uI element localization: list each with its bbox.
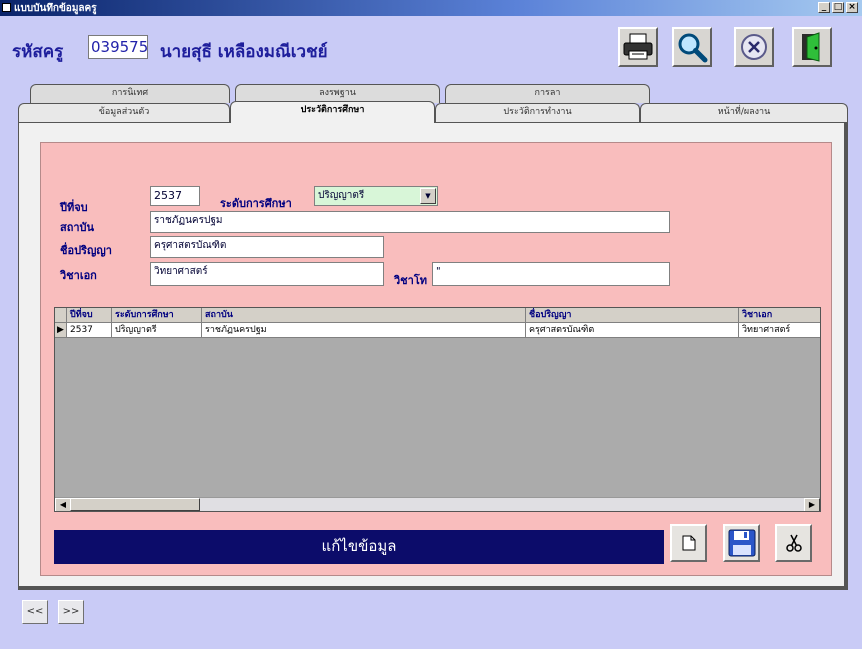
year-field[interactable]: 2537 xyxy=(150,186,200,206)
window-title: แบบบันทึกข้อมูลครู xyxy=(14,3,97,14)
tab-supervision[interactable]: การนิเทศ xyxy=(30,84,230,103)
window-titlebar[interactable]: แบบบันทึกข้อมูลครู _ □ × xyxy=(0,0,862,16)
teacher-id-field[interactable]: 039575 xyxy=(88,35,148,59)
degree-field[interactable]: ครุศาสตรบัณฑิต xyxy=(150,236,384,258)
degree-label: ชื่อปริญญา xyxy=(60,244,112,257)
grid-header-row: ปีที่จบ ระดับการศึกษา สถาบัน ชื่อปริญญา … xyxy=(55,308,820,323)
cell-institution[interactable]: ราชภัฏนครปฐม xyxy=(202,323,526,338)
save-button[interactable] xyxy=(723,524,760,562)
delete-button[interactable] xyxy=(775,524,812,562)
major-field[interactable]: วิทยาศาสตร์ xyxy=(150,262,384,286)
level-label: ระดับการศึกษา xyxy=(220,197,292,210)
new-document-icon xyxy=(682,535,695,551)
grid-corner xyxy=(55,308,67,323)
tab-work-history[interactable]: ประวัติการทำงาน xyxy=(435,103,640,122)
teacher-id-label: รหัสครู xyxy=(12,42,64,62)
search-button[interactable] xyxy=(672,27,712,67)
col-header-degree[interactable]: ชื่อปริญญา xyxy=(526,308,739,323)
tab-duties-works[interactable]: หน้าที่/ผลงาน xyxy=(640,103,848,122)
new-record-button[interactable] xyxy=(670,524,707,562)
maximize-button[interactable]: □ xyxy=(832,2,844,13)
tab-personal-info[interactable]: ข้อมูลส่วนตัว xyxy=(18,103,230,122)
scrollbar-thumb[interactable] xyxy=(70,498,200,511)
scroll-right-button[interactable]: ▶ xyxy=(804,498,820,511)
exit-door-icon xyxy=(802,32,820,62)
print-button[interactable] xyxy=(618,27,658,67)
row-indicator-icon: ▶ xyxy=(55,323,67,338)
cell-level[interactable]: ปริญญาตรี xyxy=(112,323,202,338)
col-header-major[interactable]: วิชาเอก xyxy=(739,308,820,323)
search-icon xyxy=(678,33,708,63)
exit-button[interactable] xyxy=(792,27,832,67)
cell-degree[interactable]: ครุศาสตรบัณฑิต xyxy=(526,323,739,338)
major-label: วิชาเอก xyxy=(60,269,97,282)
institution-field[interactable]: ราชภัฏนครปฐม xyxy=(150,211,670,233)
year-label: ปีที่จบ xyxy=(60,201,88,214)
minor-label: วิชาโท xyxy=(394,274,427,287)
minor-field[interactable]: " xyxy=(432,262,670,286)
edit-data-banner[interactable]: แก้ไขข้อมูล xyxy=(54,530,664,564)
level-select-value: ปริญญาตรี xyxy=(318,190,365,201)
cell-major[interactable]: วิทยาศาสตร์ xyxy=(739,323,820,338)
previous-record-button[interactable]: << xyxy=(22,600,48,624)
cancel-button[interactable] xyxy=(734,27,774,67)
teacher-name: นายสุธี เหลืองมณีเวชย์ xyxy=(160,42,328,62)
horizontal-scrollbar[interactable]: ◀ ▶ xyxy=(55,497,820,511)
col-header-level[interactable]: ระดับการศึกษา xyxy=(112,308,202,323)
level-select[interactable]: ปริญญาตรี ▼ xyxy=(314,186,438,206)
app-icon xyxy=(2,3,11,12)
close-button[interactable]: × xyxy=(846,2,858,13)
cell-year[interactable]: 2537 xyxy=(67,323,112,338)
scissors-icon xyxy=(785,534,802,552)
tab-leave[interactable]: การลา xyxy=(445,84,650,103)
scroll-left-button[interactable]: ◀ xyxy=(55,498,71,511)
cancel-icon xyxy=(741,34,767,60)
col-header-year[interactable]: ปีที่จบ xyxy=(67,308,112,323)
dropdown-arrow-icon[interactable]: ▼ xyxy=(420,188,436,204)
printer-icon xyxy=(623,33,653,60)
minimize-button[interactable]: _ xyxy=(818,2,830,13)
save-disk-icon xyxy=(728,529,755,557)
education-grid[interactable]: ปีที่จบ ระดับการศึกษา สถาบัน ชื่อปริญญา … xyxy=(54,307,821,512)
tab-education-history[interactable]: ประวัติการศึกษา xyxy=(230,101,435,123)
col-header-institution[interactable]: สถาบัน xyxy=(202,308,526,323)
next-record-button[interactable]: >> xyxy=(58,600,84,624)
institution-label: สถาบัน xyxy=(60,221,95,234)
table-row[interactable]: ▶ 2537 ปริญญาตรี ราชภัฏนครปฐม ครุศาสตรบั… xyxy=(55,323,820,338)
